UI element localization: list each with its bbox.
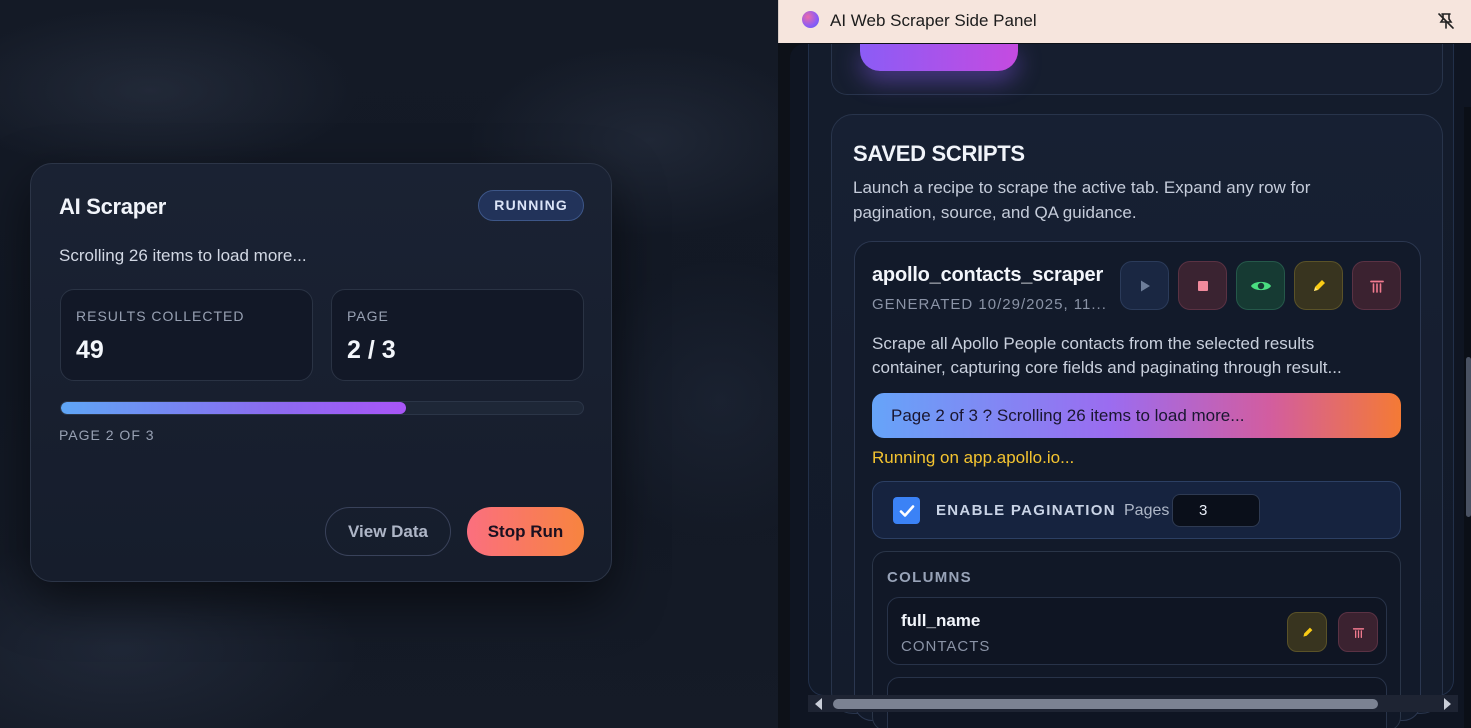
side-panel-content: SAVED SCRIPTS Launch a recipe to scrape … [790, 44, 1471, 728]
scraper-status-text: Scrolling 26 items to load more... [59, 246, 307, 265]
trash-icon [1352, 627, 1364, 638]
unpin-icon[interactable] [1437, 12, 1455, 30]
eye-icon [1250, 281, 1271, 290]
previous-section-button[interactable] [860, 44, 1018, 71]
pagination-row: ENABLE PAGINATION Pages [872, 481, 1401, 539]
scraper-status-card: AI Scraper RUNNING Scrolling 26 items to… [30, 163, 612, 582]
run-progress-banner: Page 2 of 3 ? Scrolling 26 items to load… [872, 393, 1401, 438]
checkmark-icon [899, 504, 914, 517]
content-container: SAVED SCRIPTS Launch a recipe to scrape … [808, 44, 1454, 728]
scroll-right-arrow-icon[interactable] [1444, 698, 1451, 710]
run-progress-text: Page 2 of 3 ? Scrolling 26 items to load… [891, 406, 1245, 425]
side-panel-title: AI Web Scraper Side Panel [830, 11, 1037, 30]
edit-script-button[interactable] [1294, 261, 1343, 310]
extension-logo-icon [802, 11, 819, 28]
script-description: Scrape all Apollo People contacts from t… [872, 334, 1342, 377]
script-name: apollo_contacts_scraper [872, 264, 1104, 286]
vertical-scrollbar-thumb[interactable] [1466, 357, 1471, 517]
progress-bar [60, 401, 584, 415]
pencil-icon [1313, 279, 1325, 291]
column-row[interactable]: full_name CONTACTS [887, 597, 1387, 665]
scroll-left-arrow-icon[interactable] [815, 698, 822, 710]
view-data-button[interactable]: View Data [325, 507, 451, 556]
trash-icon [1369, 280, 1384, 293]
column-source: CONTACTS [901, 638, 991, 655]
column-name: full_name [901, 611, 981, 630]
progress-fill [61, 402, 406, 414]
saved-scripts-card: SAVED SCRIPTS Launch a recipe to scrape … [831, 114, 1443, 728]
enable-pagination-checkbox[interactable] [893, 497, 920, 524]
page-stat: PAGE 2 / 3 [331, 289, 584, 381]
delete-column-button[interactable] [1338, 612, 1378, 652]
progress-label: PAGE 2 OF 3 [59, 427, 155, 443]
vertical-scrollbar[interactable] [1464, 107, 1471, 728]
stop-icon [1197, 280, 1208, 291]
horizontal-scrollbar[interactable] [808, 695, 1458, 712]
saved-scripts-title: SAVED SCRIPTS [853, 141, 1025, 166]
running-on-text: Running on app.apollo.io... [872, 448, 1075, 467]
horizontal-scrollbar-thumb[interactable] [833, 699, 1378, 709]
stat-value: 2 / 3 [347, 336, 396, 364]
stop-script-button[interactable] [1178, 261, 1227, 310]
stop-run-button[interactable]: Stop Run [467, 507, 584, 556]
previous-section-card [831, 44, 1443, 95]
enable-pagination-label: ENABLE PAGINATION [936, 502, 1116, 519]
pages-label: Pages [1124, 502, 1170, 519]
saved-scripts-description: Launch a recipe to scrape the active tab… [853, 178, 1311, 222]
columns-title: COLUMNS [887, 569, 972, 586]
pencil-icon [1302, 627, 1312, 637]
stat-value: 49 [76, 336, 104, 364]
side-panel: AI Web Scraper Side Panel SAVED SCRIPTS … [778, 0, 1471, 728]
side-panel-header: AI Web Scraper Side Panel [778, 0, 1471, 43]
status-badge: RUNNING [478, 190, 584, 221]
run-script-button[interactable] [1120, 261, 1169, 310]
script-row[interactable]: apollo_contacts_scraper GENERATED 10/29/… [854, 241, 1421, 728]
stat-label: RESULTS COLLECTED [76, 308, 245, 324]
results-collected-stat: RESULTS COLLECTED 49 [60, 289, 313, 381]
scraper-card-title: AI Scraper [59, 194, 167, 219]
pages-input[interactable] [1172, 494, 1260, 527]
script-generated-date: GENERATED 10/29/2025, 11... [872, 296, 1107, 313]
play-icon [1140, 280, 1150, 291]
edit-column-button[interactable] [1287, 612, 1327, 652]
stat-label: PAGE [347, 308, 389, 324]
delete-script-button[interactable] [1352, 261, 1401, 310]
preview-script-button[interactable] [1236, 261, 1285, 310]
